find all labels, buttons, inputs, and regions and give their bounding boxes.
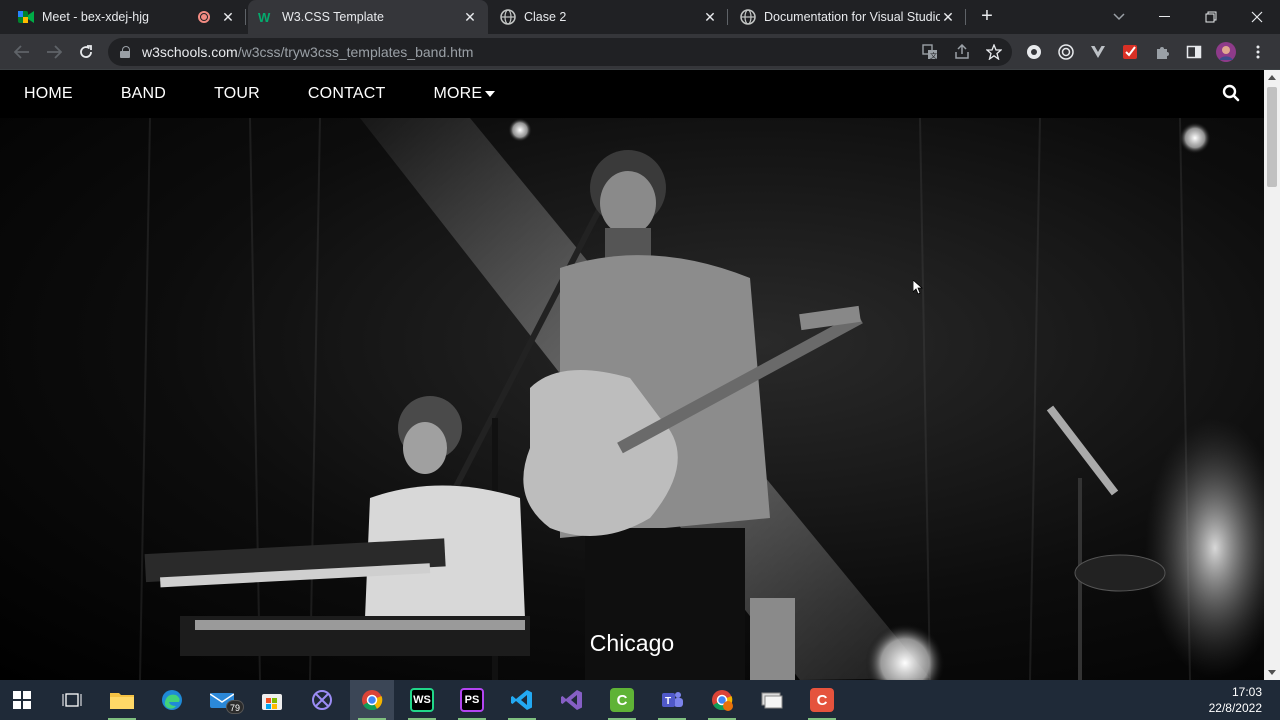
close-window-button[interactable] — [1234, 0, 1280, 34]
chrome-icon[interactable] — [350, 680, 394, 720]
scrollbar-thumb[interactable] — [1267, 87, 1277, 187]
slide-caption: Chicago — [589, 630, 675, 656]
translate-icon[interactable]: 文 — [920, 42, 940, 62]
back-arrow-icon[interactable] — [10, 40, 34, 64]
clock-time: 17:03 — [1231, 685, 1262, 699]
visual-studio-icon[interactable] — [550, 680, 594, 720]
side-panel-icon[interactable] — [1184, 42, 1204, 62]
hero-slideshow-image: Chicago — [0, 118, 1264, 680]
nav-home[interactable]: HOME — [0, 70, 97, 118]
restore-button[interactable] — [1188, 0, 1234, 34]
new-tab-button[interactable]: + — [976, 5, 998, 27]
nav-tour[interactable]: TOUR — [190, 70, 284, 118]
lock-icon — [120, 46, 130, 58]
close-tab-icon[interactable]: ✕ — [940, 9, 956, 26]
search-icon[interactable] — [1222, 84, 1242, 104]
tab-separator — [727, 9, 728, 25]
nav-more-label: MORE — [433, 85, 483, 102]
windows-taskbar: 79 WS PS C T C 17:03 22/8/2022 — [0, 680, 1280, 720]
band-concert-photo — [139, 118, 1264, 680]
teams-icon[interactable]: T — [650, 680, 694, 720]
microsoft-store-icon[interactable] — [250, 680, 294, 720]
menu-kebab-icon[interactable] — [1248, 42, 1268, 62]
bookmark-star-icon[interactable] — [984, 42, 1004, 62]
windows-start-icon[interactable] — [0, 680, 44, 720]
svg-text:T: T — [665, 696, 671, 707]
scroll-up-arrow-icon[interactable] — [1268, 75, 1276, 80]
tab-title: Documentation for Visual Studio — [764, 10, 940, 24]
tab-title: Meet - bex-xdej-hjg — [42, 10, 149, 24]
tab-documentation-visual-studio[interactable]: Documentation for Visual Studio ✕ — [730, 0, 966, 34]
nav-contact[interactable]: CONTACT — [284, 70, 410, 118]
reload-icon[interactable] — [74, 40, 98, 64]
tab-separator — [245, 9, 246, 25]
vscode-icon[interactable] — [500, 680, 544, 720]
clock-date: 22/8/2022 — [1208, 701, 1262, 715]
forward-arrow-icon[interactable] — [42, 40, 66, 64]
edge-browser-icon[interactable] — [150, 680, 194, 720]
tab-separator — [965, 9, 966, 25]
close-tab-icon[interactable]: ✕ — [220, 9, 236, 26]
globe-icon — [500, 9, 516, 25]
tab-title: W3.CSS Template — [282, 10, 384, 24]
extension-vue-icon[interactable] — [1088, 42, 1108, 62]
close-tab-icon[interactable]: ✕ — [462, 9, 478, 26]
svg-text:文: 文 — [930, 51, 937, 60]
tab-clase-2[interactable]: Clase 2 ✕ — [490, 0, 728, 34]
browser-tab-strip: Meet - bex-xdej-hjg ✕ W W3.CSS Template … — [0, 0, 1280, 34]
tab-title: Clase 2 — [524, 10, 567, 24]
share-icon[interactable] — [952, 42, 972, 62]
close-tab-icon[interactable]: ✕ — [702, 9, 718, 26]
extension-icon[interactable] — [1024, 42, 1044, 62]
webstorm-icon[interactable]: WS — [400, 680, 444, 720]
remote-desktop-icon[interactable] — [750, 680, 794, 720]
google-meet-icon — [18, 9, 34, 25]
nav-more-dropdown[interactable]: MORE — [409, 70, 519, 118]
scroll-down-arrow-icon[interactable] — [1268, 670, 1276, 675]
url-path: /w3css/tryw3css_templates_band.htm — [237, 44, 474, 60]
recording-icon — [198, 11, 210, 23]
globe-icon — [740, 9, 756, 25]
svg-text:W: W — [258, 10, 271, 24]
mouse-cursor-icon — [913, 280, 923, 295]
extension-target-icon[interactable] — [1056, 42, 1076, 62]
caret-down-icon — [485, 91, 496, 97]
nav-band[interactable]: BAND — [97, 70, 190, 118]
w3schools-icon: W — [258, 9, 274, 25]
url-host: w3schools.com — [142, 44, 238, 60]
file-explorer-icon[interactable] — [100, 680, 144, 720]
address-bar[interactable]: w3schools.com/w3css/tryw3css_templates_b… — [108, 38, 1012, 66]
browser-toolbar: w3schools.com/w3css/tryw3css_templates_b… — [0, 34, 1280, 70]
tab-meet[interactable]: Meet - bex-xdej-hjg ✕ — [8, 0, 246, 34]
camtasia-recorder-icon[interactable]: C — [800, 680, 844, 720]
minimize-button[interactable] — [1142, 0, 1188, 34]
tab-search-chevron-icon[interactable] — [1096, 0, 1142, 34]
tab-w3css-template[interactable]: W W3.CSS Template ✕ — [248, 0, 488, 34]
profile-avatar[interactable] — [1216, 42, 1236, 62]
camtasia-icon[interactable]: C — [600, 680, 644, 720]
network-hub-icon[interactable] — [300, 680, 344, 720]
mail-unread-badge: 79 — [226, 700, 244, 714]
page-scrollbar[interactable] — [1264, 70, 1280, 680]
mail-icon[interactable]: 79 — [200, 680, 244, 720]
task-view-icon[interactable] — [50, 680, 94, 720]
chrome-profile-icon[interactable] — [700, 680, 744, 720]
web-page: HOME BAND TOUR CONTACT MORE Chicago — [0, 70, 1264, 680]
extension-check-icon[interactable] — [1120, 42, 1140, 62]
site-navbar: HOME BAND TOUR CONTACT MORE — [0, 70, 1264, 118]
phpstorm-icon[interactable]: PS — [450, 680, 494, 720]
system-clock[interactable]: 17:03 22/8/2022 — [1209, 684, 1262, 716]
extensions-puzzle-icon[interactable] — [1152, 42, 1172, 62]
